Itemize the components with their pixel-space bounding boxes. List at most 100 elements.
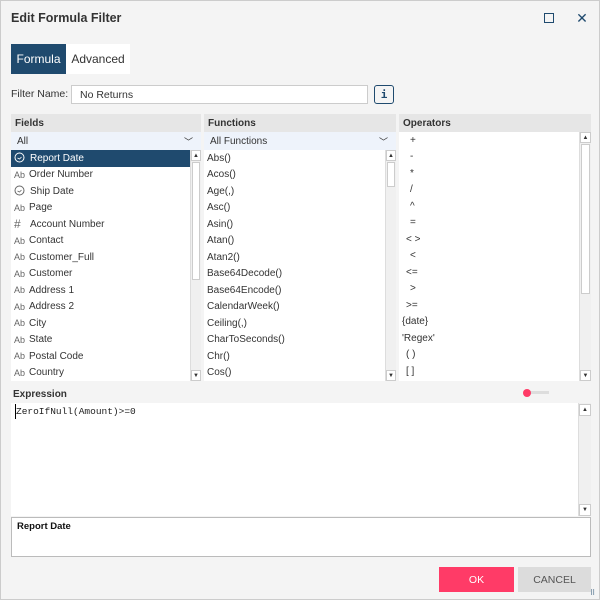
operator-item[interactable]: 'Regex'	[399, 330, 579, 347]
resize-grip-icon[interactable]: ⠿	[590, 589, 595, 597]
operator-item[interactable]: <=	[399, 264, 579, 281]
field-item[interactable]: Ab Customer	[11, 266, 190, 283]
functions-panel: Functions All Functions ﹀ Abs() Acos() Age(…	[204, 114, 396, 381]
font-size-slider[interactable]	[523, 388, 549, 397]
field-item-label: State	[29, 334, 53, 346]
function-item-label: Atan()	[207, 235, 235, 247]
operator-item[interactable]: +	[399, 132, 579, 149]
expression-scrollbar[interactable]: ▲ ▼	[578, 403, 591, 516]
operator-item[interactable]: >=	[399, 297, 579, 314]
field-item[interactable]: Ab State	[11, 332, 190, 349]
tab-formula[interactable]: Formula	[11, 44, 66, 74]
field-item[interactable]: Ab Order Number	[11, 167, 190, 184]
operator-item[interactable]: >	[399, 281, 579, 298]
field-item[interactable]: Ab City	[11, 315, 190, 332]
field-item[interactable]: Ab Postal Code	[11, 348, 190, 365]
tab-advanced[interactable]: Advanced	[66, 44, 130, 74]
info-icon: i	[380, 88, 388, 101]
field-item[interactable]: Ab Address 1	[11, 282, 190, 299]
close-button[interactable]: ✕	[573, 9, 591, 27]
fields-scrollbar[interactable]: ▲ ▼	[190, 150, 201, 381]
operator-item[interactable]: *	[399, 165, 579, 182]
operator-item[interactable]: ^	[399, 198, 579, 215]
filter-name-input[interactable]: No Returns	[71, 85, 368, 104]
field-item[interactable]: Ship Date	[11, 183, 190, 200]
cancel-button[interactable]: CANCEL	[518, 567, 591, 592]
field-item[interactable]: Ab Country	[11, 365, 190, 382]
field-item-label: Order Number	[29, 169, 93, 181]
function-item[interactable]: Acos()	[204, 167, 385, 184]
expression-input[interactable]: ZeroIfNull(Amount)>=0	[15, 404, 140, 419]
chevron-down-icon: ﹀	[183, 136, 193, 147]
function-item[interactable]: Ceiling(,)	[204, 315, 385, 332]
field-item[interactable]: Report Date	[11, 150, 190, 167]
field-item-label: Ship Date	[30, 185, 74, 197]
function-item[interactable]: Atan2()	[204, 249, 385, 266]
field-item-label: Address 2	[29, 301, 75, 313]
number-icon: #	[14, 217, 21, 232]
functions-dropdown[interactable]: All Functions ﹀	[204, 132, 396, 150]
function-item[interactable]: CalendarWeek()	[204, 299, 385, 316]
operator-item[interactable]: <	[399, 248, 579, 265]
function-item[interactable]: CharToSeconds()	[204, 332, 385, 349]
function-item[interactable]: Asc()	[204, 200, 385, 217]
expression-editor[interactable]: ZeroIfNull(Amount)>=0 ▲ ▼	[11, 403, 591, 516]
field-item[interactable]: Ab Customer_Full	[11, 249, 190, 266]
fields-header: Fields	[11, 114, 201, 132]
operator-item[interactable]: [ ]	[399, 363, 579, 380]
function-item[interactable]: Abs()	[204, 150, 385, 167]
function-item[interactable]: Base64Encode()	[204, 282, 385, 299]
functions-header: Functions	[204, 114, 396, 132]
function-item-label: Chr()	[207, 350, 230, 362]
operators-scrollbar[interactable]: ▲ ▼	[579, 132, 591, 381]
operators-list: + - * / ^ = < > < <= > >= {date} 'Regex' ( ) [ ] ▲ ▼	[399, 132, 591, 381]
text-type-icon: Ab	[14, 301, 26, 312]
info-button[interactable]: i	[374, 85, 394, 104]
function-item[interactable]: Asin()	[204, 216, 385, 233]
field-item[interactable]: # Account Number	[11, 216, 190, 233]
function-item[interactable]: Chr()	[204, 348, 385, 365]
fields-dropdown[interactable]: All ﹀	[11, 132, 201, 150]
operator-item[interactable]: {date}	[399, 314, 579, 331]
field-item[interactable]: Ab Contact	[11, 233, 190, 250]
text-type-icon: Ab	[14, 334, 26, 345]
field-item-label: Contact	[29, 235, 64, 247]
fields-panel: Fields All ﹀ Report Date Ab Order Number Shi…	[11, 114, 201, 381]
function-item-label: Asin()	[207, 218, 234, 230]
functions-dropdown-value: All Functions	[210, 135, 268, 147]
description-title: Report Date	[17, 521, 71, 532]
slider-handle[interactable]	[523, 388, 531, 397]
clock-icon	[14, 185, 28, 198]
function-item-label: Atan2()	[207, 251, 240, 263]
operator-item-label: <	[410, 250, 416, 262]
function-item-label: CalendarWeek()	[207, 301, 280, 313]
text-type-icon: Ab	[14, 268, 26, 279]
operator-item-label: /	[410, 184, 413, 196]
field-item-label: Customer_Full	[29, 251, 95, 263]
operator-item[interactable]: < >	[399, 231, 579, 248]
function-item[interactable]: Age(,)	[204, 183, 385, 200]
function-item[interactable]: Base64Decode()	[204, 266, 385, 283]
operator-item-label: < >	[406, 233, 421, 245]
operator-item[interactable]: /	[399, 182, 579, 199]
chevron-down-icon: ﹀	[378, 136, 388, 147]
function-item-label: CharToSeconds()	[207, 334, 285, 346]
operator-item[interactable]: =	[399, 215, 579, 232]
operator-item[interactable]: ( )	[399, 347, 579, 364]
field-item-label: Address 1	[29, 284, 75, 296]
operator-item[interactable]: -	[399, 149, 579, 166]
filter-name-label: Filter Name:	[11, 88, 69, 100]
ok-button[interactable]: OK	[439, 567, 514, 592]
function-item-label: Base64Encode()	[207, 284, 282, 296]
field-item[interactable]: Ab Page	[11, 200, 190, 217]
operator-item-label: [ ]	[406, 365, 415, 377]
field-item[interactable]: Ab Address 2	[11, 299, 190, 316]
operator-item-label: {date}	[402, 316, 429, 328]
function-item[interactable]: Atan()	[204, 233, 385, 250]
operator-item-label: +	[410, 134, 416, 146]
text-type-icon: Ab	[14, 318, 26, 329]
function-item-label: Cos()	[207, 367, 232, 379]
functions-scrollbar[interactable]: ▲ ▼	[385, 150, 396, 381]
function-item[interactable]: Cos()	[204, 365, 385, 382]
maximize-button[interactable]	[540, 9, 558, 27]
